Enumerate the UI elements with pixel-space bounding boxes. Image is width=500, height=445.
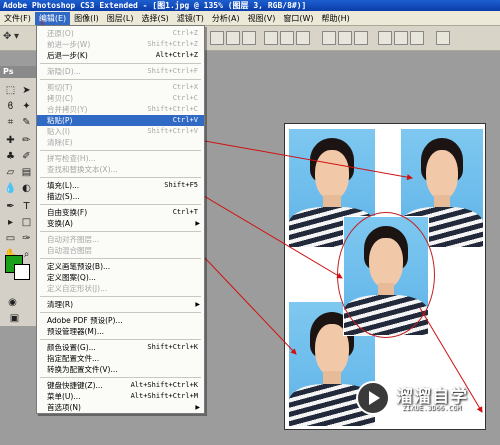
edit-menu-item-shortcut: Ctrl+T [172,208,198,216]
menu-separator [40,339,201,340]
edit-menu-item[interactable]: 填充(L)... Shift+F5 [37,180,204,191]
menu-separator [40,296,201,297]
edit-menu-item-label: 自动混合图层 [47,246,92,255]
edit-menu-item[interactable]: 清理(R) ▶ [37,299,204,310]
edit-menu-item[interactable]: 粘贴(P) Ctrl+V [37,115,204,126]
edit-menu-item-label: Adobe PDF 预设(P)... [47,316,123,325]
edit-menu-item-label: 指定配置文件... [47,354,100,363]
edit-menu-item-label: 后退一步(K) [47,51,88,60]
menu-separator [40,312,201,313]
menu-separator [40,79,201,80]
edit-menu-item-shortcut: Alt+Ctrl+Z [155,51,198,59]
edit-menu-item[interactable]: 后退一步(K) Alt+Ctrl+Z [37,50,204,61]
edit-menu-item: 自动对齐图层... [37,234,204,245]
edit-menu-item[interactable]: 键盘快捷键(Z)... Alt+Shift+Ctrl+K [37,380,204,391]
edit-menu-item: 自动混合图层 [37,245,204,256]
edit-menu-item-shortcut: Shift+Ctrl+V [147,127,198,135]
edit-menu-item-label: 变换(A) [47,219,73,228]
edit-menu-item[interactable]: 预设管理器(M)... [37,326,204,337]
edit-menu-item: 还原(O) Ctrl+Z [37,28,204,39]
edit-menu-item-label: 键盘快捷键(Z)... [47,381,103,390]
edit-menu-item-label: 定义画笔预设(B)... [47,262,111,271]
edit-menu-item-label: 自动对齐图层... [47,235,100,244]
edit-menu-item: 合并拷贝(Y) Shift+Ctrl+C [37,104,204,115]
edit-menu-item: 贴入(I) Shift+Ctrl+V [37,126,204,137]
menu-separator [40,177,201,178]
menu-separator [40,231,201,232]
submenu-arrow-icon: ▶ [195,220,200,227]
edit-menu-item-label: 贴入(I) [47,127,71,136]
edit-menu-item: 拼写检查(H)... [37,153,204,164]
edit-menu-item-shortcut: Shift+F5 [164,181,198,189]
edit-menu-item-shortcut: Alt+Shift+Ctrl+K [130,381,198,389]
edit-menu-item-label: 前进一步(W) [47,40,91,49]
edit-menu-item[interactable]: 首选项(N) ▶ [37,402,204,413]
edit-menu-item-shortcut: Shift+Ctrl+C [147,105,198,113]
edit-menu-item-label: 颜色设置(G)... [47,343,96,352]
edit-menu-item-label: 定义图案(Q)... [47,273,96,282]
edit-menu-item-label: 粘贴(P) [47,116,73,125]
edit-menu-item-shortcut: Ctrl+C [172,94,198,102]
edit-menu-item: 剪切(T) Ctrl+X [37,82,204,93]
watermark-subtitle: ZIXUE.3D66.COM [402,404,462,412]
edit-menu-item: 定义自定形状(J)... [37,283,204,294]
edit-menu-item-label: 清理(R) [47,300,74,309]
edit-menu-item: 渐隐(D)... Shift+Ctrl+F [37,66,204,77]
edit-menu-item[interactable]: 描边(S)... [37,191,204,202]
edit-menu-item[interactable]: 定义画笔预设(B)... [37,261,204,272]
edit-menu-item[interactable]: 菜单(U)... Alt+Shift+Ctrl+M [37,391,204,402]
edit-menu-item-shortcut: Ctrl+V [172,116,198,124]
menu-separator [40,258,201,259]
edit-menu-item[interactable]: Adobe PDF 预设(P)... [37,315,204,326]
edit-menu-item-label: 剪切(T) [47,83,73,92]
edit-menu-item-label: 拼写检查(H)... [47,154,96,163]
menu-separator [40,377,201,378]
edit-menu-item-shortcut: Ctrl+X [172,83,198,91]
edit-menu-dropdown: 还原(O) Ctrl+Z 前进一步(W) Shift+Ctrl+Z 后退一步(K) Alt… [36,25,205,414]
edit-menu-item-label: 转换为配置文件(V)... [47,365,118,374]
edit-menu-item: 清除(E) [37,137,204,148]
submenu-arrow-icon: ▶ [195,301,200,308]
edit-menu-item-shortcut: Shift+Ctrl+F [147,67,198,75]
edit-menu-item: 查找和替换文本(X)... [37,164,204,175]
edit-menu-item-label: 菜单(U)... [47,392,81,401]
edit-menu-item-label: 首选项(N) [47,403,81,412]
edit-menu-item-label: 查找和替换文本(X)... [47,165,118,174]
menu-separator [40,150,201,151]
edit-menu-item-label: 填充(L)... [47,181,80,190]
edit-menu-item: 拷贝(C) Ctrl+C [37,93,204,104]
edit-menu-item-label: 描边(S)... [47,192,80,201]
edit-menu-item-shortcut: Alt+Shift+Ctrl+M [130,392,198,400]
edit-menu-item[interactable]: 指定配置文件... [37,353,204,364]
edit-menu-item-shortcut: Shift+Ctrl+Z [147,40,198,48]
edit-menu-item-label: 还原(O) [47,29,74,38]
edit-menu-item[interactable]: 定义图案(Q)... [37,272,204,283]
edit-menu-item[interactable]: 自由变换(F) Ctrl+T [37,207,204,218]
edit-menu-item-label: 自由变换(F) [47,208,88,217]
edit-menu-item-label: 拷贝(C) [47,94,74,103]
edit-menu-item[interactable]: 颜色设置(G)... Shift+Ctrl+K [37,342,204,353]
menu-separator [40,63,201,64]
submenu-arrow-icon: ▶ [195,404,200,411]
menu-separator [40,204,201,205]
edit-menu-item-label: 合并拷贝(Y) [47,105,88,114]
edit-menu-item[interactable]: 转换为配置文件(V)... [37,364,204,375]
edit-menu-item-label: 清除(E) [47,138,73,147]
edit-menu-item-label: 渐隐(D)... [47,67,81,76]
edit-menu-item[interactable]: 变换(A) ▶ [37,218,204,229]
edit-menu-item-shortcut: Shift+Ctrl+K [147,343,198,351]
edit-menu-item-label: 预设管理器(M)... [47,327,104,336]
edit-menu-item: 前进一步(W) Shift+Ctrl+Z [37,39,204,50]
watermark-logo-icon [356,381,390,415]
edit-menu-item-shortcut: Ctrl+Z [172,29,198,37]
edit-menu-item-label: 定义自定形状(J)... [47,284,108,293]
